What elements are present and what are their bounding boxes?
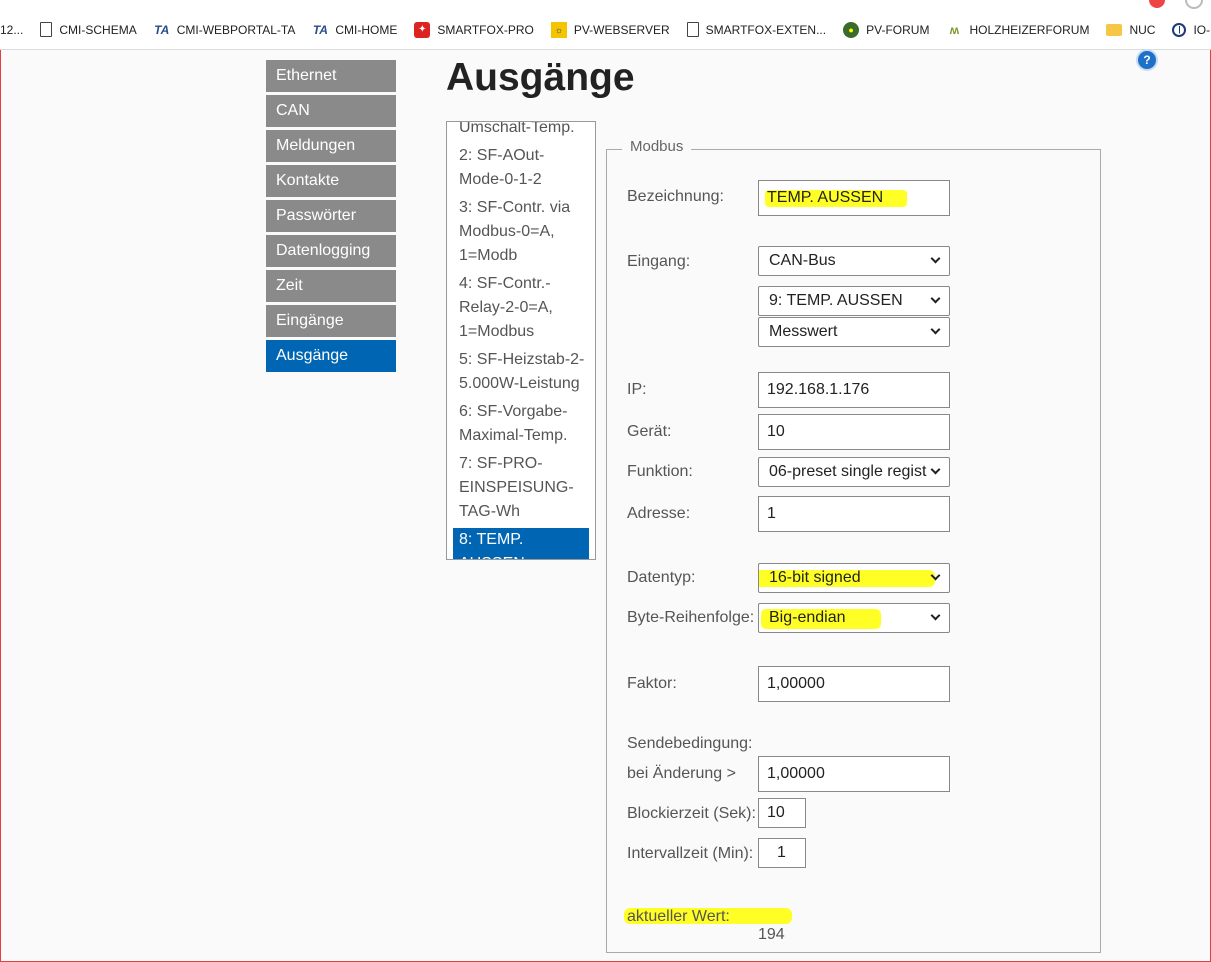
aktueller-wert-value: 194 <box>758 926 785 943</box>
sidebar-nav: Ethernet CAN Meldungen Kontakte Passwört… <box>266 60 396 375</box>
bookmark-item[interactable]: 12... <box>0 23 23 37</box>
list-item[interactable]: Umschalt-Temp. <box>453 122 589 140</box>
blockierzeit-input[interactable]: 10 <box>758 798 806 828</box>
bookmarks-bar: 12... CMI-SCHEMA TA CMI-WEBPORTAL-TA TA … <box>0 10 1211 50</box>
bookmark-item[interactable]: ✦ SMARTFOX-PRO <box>414 21 534 38</box>
bookmark-label: PV-WEBSERVER <box>573 22 670 37</box>
iobroker-icon: | <box>1172 22 1187 37</box>
smartfox-icon: ✦ <box>414 21 431 38</box>
byte-order-label: Byte-Reihenfolge: <box>627 609 755 626</box>
eingang-source-select[interactable]: CAN-Bus <box>758 246 950 276</box>
list-item[interactable]: 7: SF-PRO-EINSPEISUNG-TAG-Wh <box>453 452 589 524</box>
page-title: Ausgänge <box>446 56 635 99</box>
bookmark-item[interactable]: TA CMI-WEBPORTAL-TA <box>154 22 296 38</box>
nav-item-passwoerter[interactable]: Passwörter <box>266 200 396 232</box>
bezeichnung-value: TEMP. AUSSEN <box>767 189 884 206</box>
nav-item-ethernet[interactable]: Ethernet <box>266 60 396 92</box>
list-item[interactable]: 4: SF-Contr.-Relay-2-0=A, 1=Modbus <box>453 272 589 344</box>
list-item-selected[interactable]: 8: TEMP. AUSSEN <box>453 528 589 559</box>
bookmark-item[interactable]: CMI-SCHEMA <box>40 22 137 37</box>
list-item[interactable]: 5: SF-Heizstab-2-5.000W-Leistung <box>453 348 589 396</box>
bezeichnung-input[interactable]: TEMP. AUSSEN <box>758 180 950 216</box>
bookmark-label: SMARTFOX-PRO <box>437 22 534 37</box>
browser-extension-icon[interactable] <box>1149 0 1165 8</box>
forum-icon: ● <box>843 21 860 38</box>
list-item[interactable]: 6: SF-Vorgabe-Maximal-Temp. <box>453 400 589 448</box>
adresse-input[interactable]: 1 <box>758 496 950 532</box>
adresse-label: Adresse: <box>627 505 691 522</box>
bookmark-label: PV-FORUM <box>866 22 930 37</box>
funktion-select[interactable]: 06-preset single regist <box>758 457 950 487</box>
aenderung-input[interactable]: 1,00000 <box>758 756 950 792</box>
page-icon <box>686 22 699 37</box>
eingang-channel-value: 9: TEMP. AUSSEN <box>769 292 903 309</box>
chevron-down-icon <box>930 464 941 475</box>
chevron-down-icon <box>930 293 941 304</box>
faktor-label: Faktor: <box>627 675 677 692</box>
chevron-down-icon <box>930 324 941 335</box>
ta-logo-icon: TA <box>312 22 328 37</box>
list-item[interactable]: 3: SF-Contr. via Modbus-0=A, 1=Modb <box>453 196 589 268</box>
intervallzeit-label: Intervallzeit (Min): <box>627 845 754 862</box>
sendebedingung-label: Sendebedingung: <box>627 735 753 752</box>
nav-item-ausgaenge[interactable]: Ausgänge <box>266 340 396 372</box>
bookmark-item[interactable]: SMARTFOX-EXTEN... <box>686 22 827 37</box>
datentyp-select[interactable]: 16-bit signed <box>758 563 950 593</box>
nav-item-can[interactable]: CAN <box>266 95 396 127</box>
byte-order-select[interactable]: Big-endian <box>758 603 950 633</box>
datentyp-label: Datentyp: <box>627 569 696 586</box>
blockierzeit-label: Blockierzeit (Sek): <box>627 805 756 822</box>
aktueller-wert-label: aktueller Wert: <box>627 908 730 925</box>
geraet-label: Gerät: <box>627 423 672 440</box>
modbus-legend: Modbus <box>622 138 692 155</box>
bookmark-item[interactable]: ʍ HOLZHEIZERFORUM <box>946 22 1090 38</box>
eingang-label: Eingang: <box>627 253 691 270</box>
page-icon <box>40 22 53 37</box>
bookmark-label: CMI-SCHEMA <box>59 22 137 37</box>
nav-item-meldungen[interactable]: Meldungen <box>266 130 396 162</box>
outputs-list[interactable]: Umschalt-Temp. 2: SF-AOut-Mode-0-1-2 3: … <box>446 121 596 560</box>
bookmark-item[interactable]: ● PV-FORUM <box>843 21 930 38</box>
holz-icon: ʍ <box>949 22 960 37</box>
chevron-down-icon <box>930 610 941 621</box>
faktor-input[interactable]: 1,00000 <box>758 666 950 702</box>
bookmark-label: IO-BROKER <box>1193 22 1211 37</box>
geraet-input[interactable]: 10 <box>758 414 950 450</box>
bookmark-label: SMARTFOX-EXTEN... <box>705 22 827 37</box>
bookmark-label: CMI-WEBPORTAL-TA <box>176 22 296 37</box>
bookmark-label: HOLZHEIZERFORUM <box>969 22 1090 37</box>
funktion-label: Funktion: <box>627 463 693 480</box>
bookmark-item[interactable]: ☼ PV-WEBSERVER <box>550 21 670 38</box>
bookmark-label: NUC <box>1129 22 1156 37</box>
eingang-source-value: CAN-Bus <box>769 252 836 269</box>
intervallzeit-input[interactable]: 1 <box>758 838 806 868</box>
bezeichnung-label: Bezeichnung: <box>627 188 724 205</box>
eingang-type-select[interactable]: Messwert <box>758 317 950 347</box>
datentyp-value: 16-bit signed <box>769 569 861 586</box>
address-bar-strip <box>0 0 1211 10</box>
ip-label: IP: <box>627 381 647 398</box>
bookmark-item[interactable]: NUC <box>1106 23 1155 37</box>
funktion-value: 06-preset single regist <box>769 463 927 480</box>
bookmark-label: CMI-HOME <box>335 22 398 37</box>
bookmark-item[interactable]: TA CMI-HOME <box>312 22 398 38</box>
nav-item-eingaenge[interactable]: Eingänge <box>266 305 396 337</box>
chevron-down-icon <box>930 253 941 264</box>
bookmark-label: 12... <box>0 22 24 37</box>
browser-profile-icon[interactable] <box>1185 0 1203 9</box>
nav-item-kontakte[interactable]: Kontakte <box>266 165 396 197</box>
eingang-type-value: Messwert <box>769 323 838 340</box>
nav-item-zeit[interactable]: Zeit <box>266 270 396 302</box>
pv-icon: ☼ <box>550 21 567 38</box>
list-item[interactable]: 2: SF-AOut-Mode-0-1-2 <box>453 144 589 192</box>
eingang-channel-select[interactable]: 9: TEMP. AUSSEN <box>758 286 950 316</box>
ip-input[interactable]: 192.168.1.176 <box>758 372 950 408</box>
ta-logo-icon: TA <box>154 22 170 37</box>
bookmark-item[interactable]: | IO-BROKER <box>1172 22 1211 37</box>
help-icon[interactable]: ? <box>1138 51 1156 69</box>
byte-order-value: Big-endian <box>769 609 846 626</box>
nav-item-datenlogging[interactable]: Datenlogging <box>266 235 396 267</box>
aenderung-label: bei Änderung > <box>627 765 736 782</box>
folder-icon <box>1106 23 1123 36</box>
